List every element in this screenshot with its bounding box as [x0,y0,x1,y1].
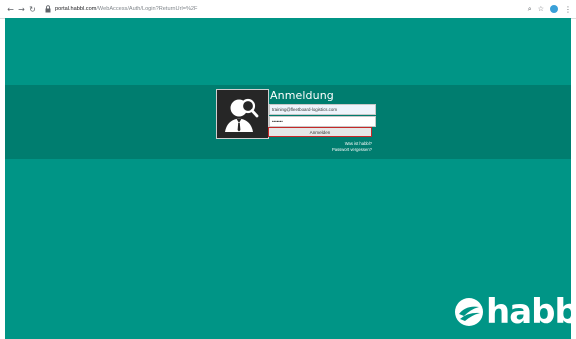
arrow-right-icon: → [18,4,25,14]
back-button[interactable]: ← [5,2,16,16]
forgot-password-link[interactable]: Passwort vergessen? [332,147,372,152]
url-host: portal.habbl.com [55,6,97,12]
login-page: Anmeldung Anmelden Was ist habbl? Passwo… [5,18,576,339]
login-band: Anmeldung Anmelden Was ist habbl? Passwo… [5,85,571,159]
reload-icon: ↻ [29,4,36,14]
address-bar[interactable]: portal.habbl.com/WebAccess/Auth/Login?Re… [55,6,197,12]
url-path: /WebAccess/Auth/Login?ReturnUrl=%2F [96,6,198,12]
reload-button[interactable]: ↻ [27,2,38,16]
star-icon[interactable]: ☆ [538,5,544,13]
login-title: Anmeldung [270,89,334,102]
browser-toolbar: ← → ↻ portal.habbl.com/WebAccess/Auth/Lo… [0,0,576,19]
password-field[interactable] [269,116,376,127]
what-is-habbl-link[interactable]: Was ist habbl? [345,141,372,146]
user-search-icon [225,98,259,132]
kebab-menu-icon[interactable]: ⋮ [564,5,572,14]
arrow-left-icon: ← [7,4,14,14]
magnifier-icon[interactable]: ⌕ [528,5,532,14]
avatar [216,89,269,139]
login-button[interactable]: Anmelden [268,127,372,137]
profile-avatar[interactable] [550,5,558,13]
lock-icon [45,5,51,13]
habbl-logo: habbl [454,292,576,332]
habbl-logo-icon [455,298,483,326]
logo-text: habbl [486,292,576,332]
username-field[interactable] [269,104,376,115]
forward-button[interactable]: → [16,2,27,16]
